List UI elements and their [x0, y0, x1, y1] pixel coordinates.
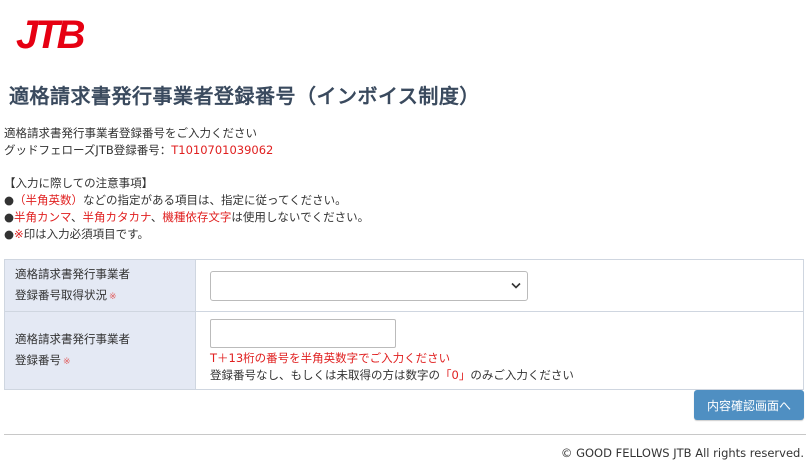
note-text: 印は入力必須項目です。 — [23, 227, 150, 241]
note-item: ●※印は入力必須項目です。 — [4, 226, 369, 243]
input-notes: 【入力に際しての注意事項】 ●（半角英数）などの指定がある項目は、指定に従ってく… — [4, 175, 369, 243]
note-highlight: 半角カンマ — [14, 210, 71, 224]
required-mark: ※ — [14, 227, 24, 241]
number-format-hint: T＋13桁の番号を半角英数字でご入力ください — [210, 351, 451, 365]
hint-text: のみご入力ください — [470, 368, 574, 382]
jtb-logo: JTB — [12, 6, 92, 57]
note-highlight: 機種依存文字 — [162, 210, 232, 224]
status-label: 適格請求書発行事業者 登録番号取得状況 ※ — [4, 259, 196, 312]
label-text: 登録番号取得状況 — [15, 287, 107, 302]
invoice-form: 適格請求書発行事業者 登録番号取得状況 ※ 適格請求書発行事業者 登録番号 ※ T＋… — [4, 259, 804, 390]
registration-number-value: T1010701039062 — [171, 143, 274, 157]
note-highlight: （半角英数） — [14, 193, 84, 207]
notes-heading: 【入力に際しての注意事項】 — [4, 176, 154, 190]
note-text: などの指定がある項目は、指定に従ってください。 — [83, 193, 347, 207]
form-row-status: 適格請求書発行事業者 登録番号取得状況 ※ — [4, 259, 804, 312]
confirm-button[interactable]: 内容確認画面へ — [694, 390, 804, 420]
note-separator: 、 — [150, 210, 163, 224]
number-label: 適格請求書発行事業者 登録番号 ※ — [4, 311, 196, 390]
number-none-hint: 登録番号なし、もしくは未取得の方は数字の「0」のみご入力ください — [210, 367, 803, 384]
chevron-down-icon — [509, 279, 523, 293]
hint-text: 登録番号なし、もしくは未取得の方は数字の — [210, 368, 440, 382]
registration-number-line: グッドフェローズJTB登録番号：T1010701039062 — [4, 142, 273, 159]
label-line: 適格請求書発行事業者 — [15, 331, 130, 346]
label-text: 登録番号 — [15, 352, 61, 367]
intro-line: 適格請求書発行事業者登録番号をご入力ください — [4, 126, 257, 140]
form-row-number: 適格請求書発行事業者 登録番号 ※ T＋13桁の番号を半角英数字でご入力ください … — [4, 311, 804, 390]
logo-text: JTB — [16, 13, 85, 56]
bullet-icon: ● — [4, 193, 15, 207]
registration-number-label: グッドフェローズJTB登録番号： — [4, 143, 172, 157]
label-line: 登録番号 ※ — [15, 350, 195, 373]
footer-copyright: © GOOD FELLOWS JTB All rights reserved. — [560, 446, 804, 460]
note-text: は使用しないでください。 — [231, 210, 370, 224]
bullet-icon: ● — [4, 210, 15, 224]
label-line: 登録番号取得状況 ※ — [15, 285, 195, 308]
required-mark: ※ — [109, 291, 117, 302]
number-value-cell: T＋13桁の番号を半角英数字でご入力ください 登録番号なし、もしくは未取得の方は… — [195, 311, 804, 390]
registration-number-input[interactable] — [210, 319, 396, 348]
intro-text: 適格請求書発行事業者登録番号をご入力ください グッドフェローズJTB登録番号：T… — [4, 125, 273, 159]
status-value-cell — [195, 259, 804, 312]
hint-highlight: 「0」 — [440, 368, 471, 382]
note-highlight: 半角カタカナ — [82, 210, 151, 224]
page-title: 適格請求書発行事業者登録番号（インボイス制度） — [9, 84, 480, 108]
note-separator: 、 — [70, 210, 83, 224]
required-mark: ※ — [63, 356, 71, 367]
footer-divider — [4, 434, 806, 435]
registration-status-select[interactable] — [210, 270, 528, 301]
note-item: ●半角カンマ、半角カタカナ、機種依存文字は使用しないでください。 — [4, 209, 369, 226]
label-line: 適格請求書発行事業者 — [15, 266, 130, 281]
bullet-icon: ● — [4, 227, 15, 241]
note-item: ●（半角英数）などの指定がある項目は、指定に従ってください。 — [4, 192, 369, 209]
